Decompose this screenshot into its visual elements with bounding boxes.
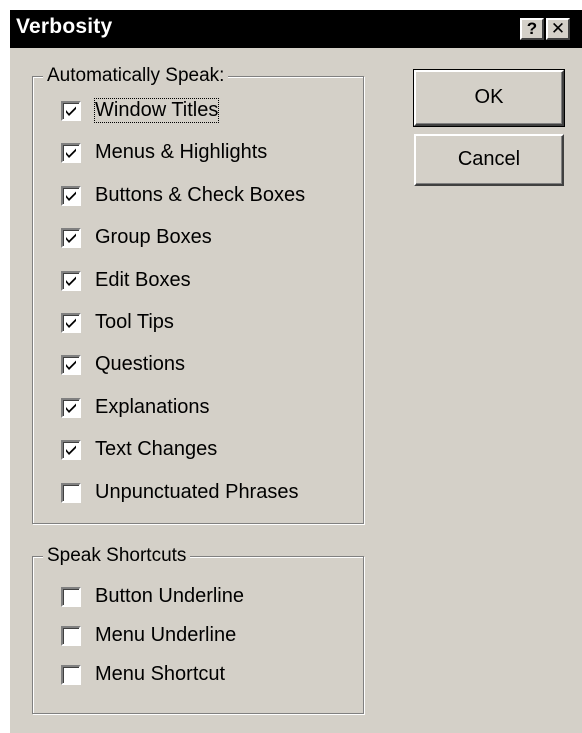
checkbox-row[interactable]: Menus & Highlights: [33, 139, 353, 167]
checkbox-unchecked[interactable]: [61, 587, 81, 607]
checkbox-checked[interactable]: [61, 355, 81, 376]
close-icon: ✕: [550, 19, 566, 38]
checkbox-checked[interactable]: [61, 397, 81, 418]
verbosity-dialog: Verbosity ? ✕ Automatically Speak: Windo…: [10, 10, 582, 733]
checkbox-row[interactable]: Explanations: [33, 394, 353, 422]
checkmark-icon: [66, 233, 76, 244]
automatically-speak-legend: Automatically Speak:: [43, 65, 229, 87]
checkbox-checked[interactable]: [61, 440, 81, 461]
checkmark-icon: [66, 148, 76, 159]
checkmark-icon: [66, 106, 76, 116]
checkbox-row[interactable]: Group Boxes: [33, 224, 353, 252]
checkbox-label[interactable]: Questions: [95, 353, 185, 376]
checkbox-row[interactable]: Edit Boxes: [33, 267, 353, 295]
window-title: Verbosity: [16, 15, 113, 38]
checkbox-label[interactable]: Tool Tips: [95, 311, 174, 334]
cancel-button[interactable]: Cancel: [414, 134, 564, 186]
checkbox-row[interactable]: Button Underline: [33, 583, 353, 611]
checkmark-icon: [66, 360, 76, 371]
cancel-button-label: Cancel: [457, 148, 521, 170]
checkbox-label[interactable]: Edit Boxes: [95, 269, 191, 292]
checkbox-checked[interactable]: [61, 313, 81, 333]
checkbox-row[interactable]: Tool Tips: [33, 309, 353, 337]
checkbox-row[interactable]: Menu Shortcut: [33, 661, 353, 689]
checkbox-label[interactable]: Unpunctuated Phrases: [95, 481, 298, 504]
checkbox-unchecked[interactable]: [61, 482, 81, 503]
checkbox-row[interactable]: Window Titles: [33, 97, 353, 125]
checkbox-checked[interactable]: [61, 143, 81, 164]
checkbox-label[interactable]: Window Titles: [93, 98, 220, 123]
checkbox-checked[interactable]: [61, 101, 81, 121]
title-bar: Verbosity ? ✕: [10, 10, 582, 48]
checkbox-label[interactable]: Text Changes: [95, 438, 217, 461]
checkbox-checked[interactable]: [61, 228, 81, 249]
ok-button-label: OK: [474, 86, 504, 108]
checkbox-row[interactable]: Buttons & Check Boxes: [33, 182, 353, 210]
checkbox-label[interactable]: Button Underline: [95, 585, 244, 608]
checkbox-row[interactable]: Questions: [33, 351, 353, 379]
checkbox-row[interactable]: Unpunctuated Phrases: [33, 479, 353, 507]
checkbox-checked[interactable]: [61, 270, 81, 291]
speak-shortcuts-legend: Speak Shortcuts: [43, 545, 191, 567]
checkbox-label[interactable]: Group Boxes: [95, 226, 212, 249]
help-icon: ?: [526, 19, 538, 38]
checkbox-checked[interactable]: [61, 185, 81, 206]
checkbox-unchecked[interactable]: [61, 665, 81, 685]
checkbox-unchecked[interactable]: [61, 626, 81, 646]
checkmark-icon: [66, 276, 76, 286]
checkmark-icon: [66, 318, 76, 328]
checkmark-icon: [66, 403, 76, 413]
automatically-speak-group: Automatically Speak: Window Titles Menus …: [32, 65, 364, 524]
help-button[interactable]: ?: [520, 18, 544, 40]
checkbox-label[interactable]: Menu Underline: [95, 624, 236, 647]
checkmark-icon: [66, 445, 76, 456]
checkbox-label[interactable]: Menus & Highlights: [95, 141, 267, 164]
speak-shortcuts-group: Speak Shortcuts Button Underline Menu Und…: [32, 545, 364, 714]
checkbox-row[interactable]: Menu Underline: [33, 622, 353, 650]
checkbox-label[interactable]: Explanations: [95, 396, 210, 419]
checkbox-row[interactable]: Text Changes: [33, 436, 353, 464]
ok-button[interactable]: OK: [413, 69, 565, 127]
close-button[interactable]: ✕: [546, 18, 570, 40]
checkmark-icon: [66, 191, 76, 201]
checkbox-label[interactable]: Buttons & Check Boxes: [95, 184, 305, 207]
checkbox-label[interactable]: Menu Shortcut: [95, 663, 225, 686]
